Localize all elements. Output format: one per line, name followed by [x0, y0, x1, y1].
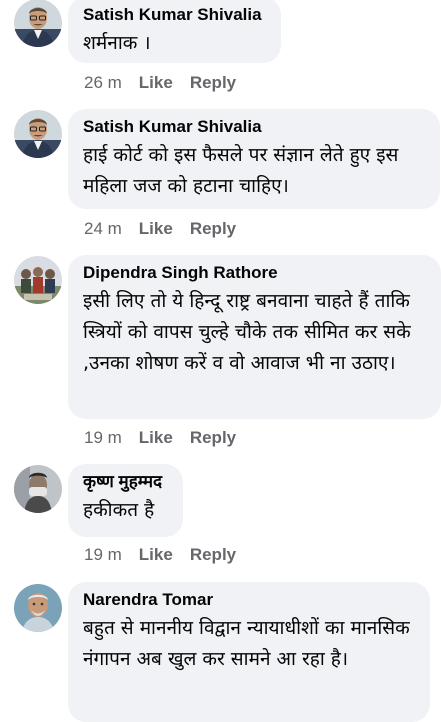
like-button[interactable]: Like	[139, 219, 173, 238]
comment-actions: 26 m Like Reply	[84, 73, 236, 93]
comment-text: इसी लिए तो ये हिन्दू राष्ट्र बनवाना चाहत…	[83, 290, 411, 374]
group-outdoor-icon	[14, 256, 62, 304]
comment-timestamp[interactable]: 24 m	[84, 219, 122, 238]
comment-text: हकीकत है	[83, 499, 155, 521]
comment-bubble: Dipendra Singh Rathore इसी लिए तो ये हिन…	[68, 255, 441, 419]
avatar[interactable]	[14, 0, 62, 47]
comment-author[interactable]: Satish Kumar Shivalia	[83, 116, 426, 138]
reply-button[interactable]: Reply	[190, 219, 236, 238]
avatar[interactable]	[14, 584, 62, 632]
comment-timestamp[interactable]: 19 m	[84, 428, 122, 447]
comment-bubble: Satish Kumar Shivalia शर्मनाक ।	[68, 0, 281, 63]
comment-text: बहुत से माननीय विद्वान न्यायाधीशों का मा…	[83, 617, 410, 670]
reply-button[interactable]: Reply	[190, 545, 236, 564]
comment-bubble: Narendra Tomar बहुत से माननीय विद्वान न्…	[68, 582, 430, 722]
comment-bubble: कृष्ण मुहम्मद हकीकत है	[68, 464, 183, 537]
like-button[interactable]: Like	[139, 545, 173, 564]
elderly-man-icon	[14, 584, 62, 632]
reply-button[interactable]: Reply	[190, 73, 236, 92]
reply-button[interactable]: Reply	[190, 428, 236, 447]
comment-author[interactable]: कृष्ण मुहम्मद	[83, 471, 169, 493]
comment-actions: 24 m Like Reply	[84, 219, 236, 239]
comment-bubble: Satish Kumar Shivalia हाई कोर्ट को इस फै…	[68, 109, 440, 209]
like-button[interactable]: Like	[139, 428, 173, 447]
comment-timestamp[interactable]: 26 m	[84, 73, 122, 92]
comment-timestamp[interactable]: 19 m	[84, 545, 122, 564]
comment-actions: 19 m Like Reply	[84, 428, 236, 448]
man-with-glasses-icon	[14, 110, 62, 158]
comment-actions: 19 m Like Reply	[84, 545, 236, 565]
man-with-glasses-icon	[14, 0, 62, 47]
avatar[interactable]	[14, 256, 62, 304]
comment-author[interactable]: Satish Kumar Shivalia	[83, 4, 267, 26]
comment-text: शर्मनाक ।	[83, 32, 151, 54]
comment-author[interactable]: Narendra Tomar	[83, 589, 416, 611]
comment-author[interactable]: Dipendra Singh Rathore	[83, 262, 427, 284]
comment-text: हाई कोर्ट को इस फैसले पर संज्ञान लेते हु…	[83, 144, 399, 197]
like-button[interactable]: Like	[139, 73, 173, 92]
avatar[interactable]	[14, 110, 62, 158]
avatar[interactable]	[14, 465, 62, 513]
masked-face-icon	[14, 465, 62, 513]
